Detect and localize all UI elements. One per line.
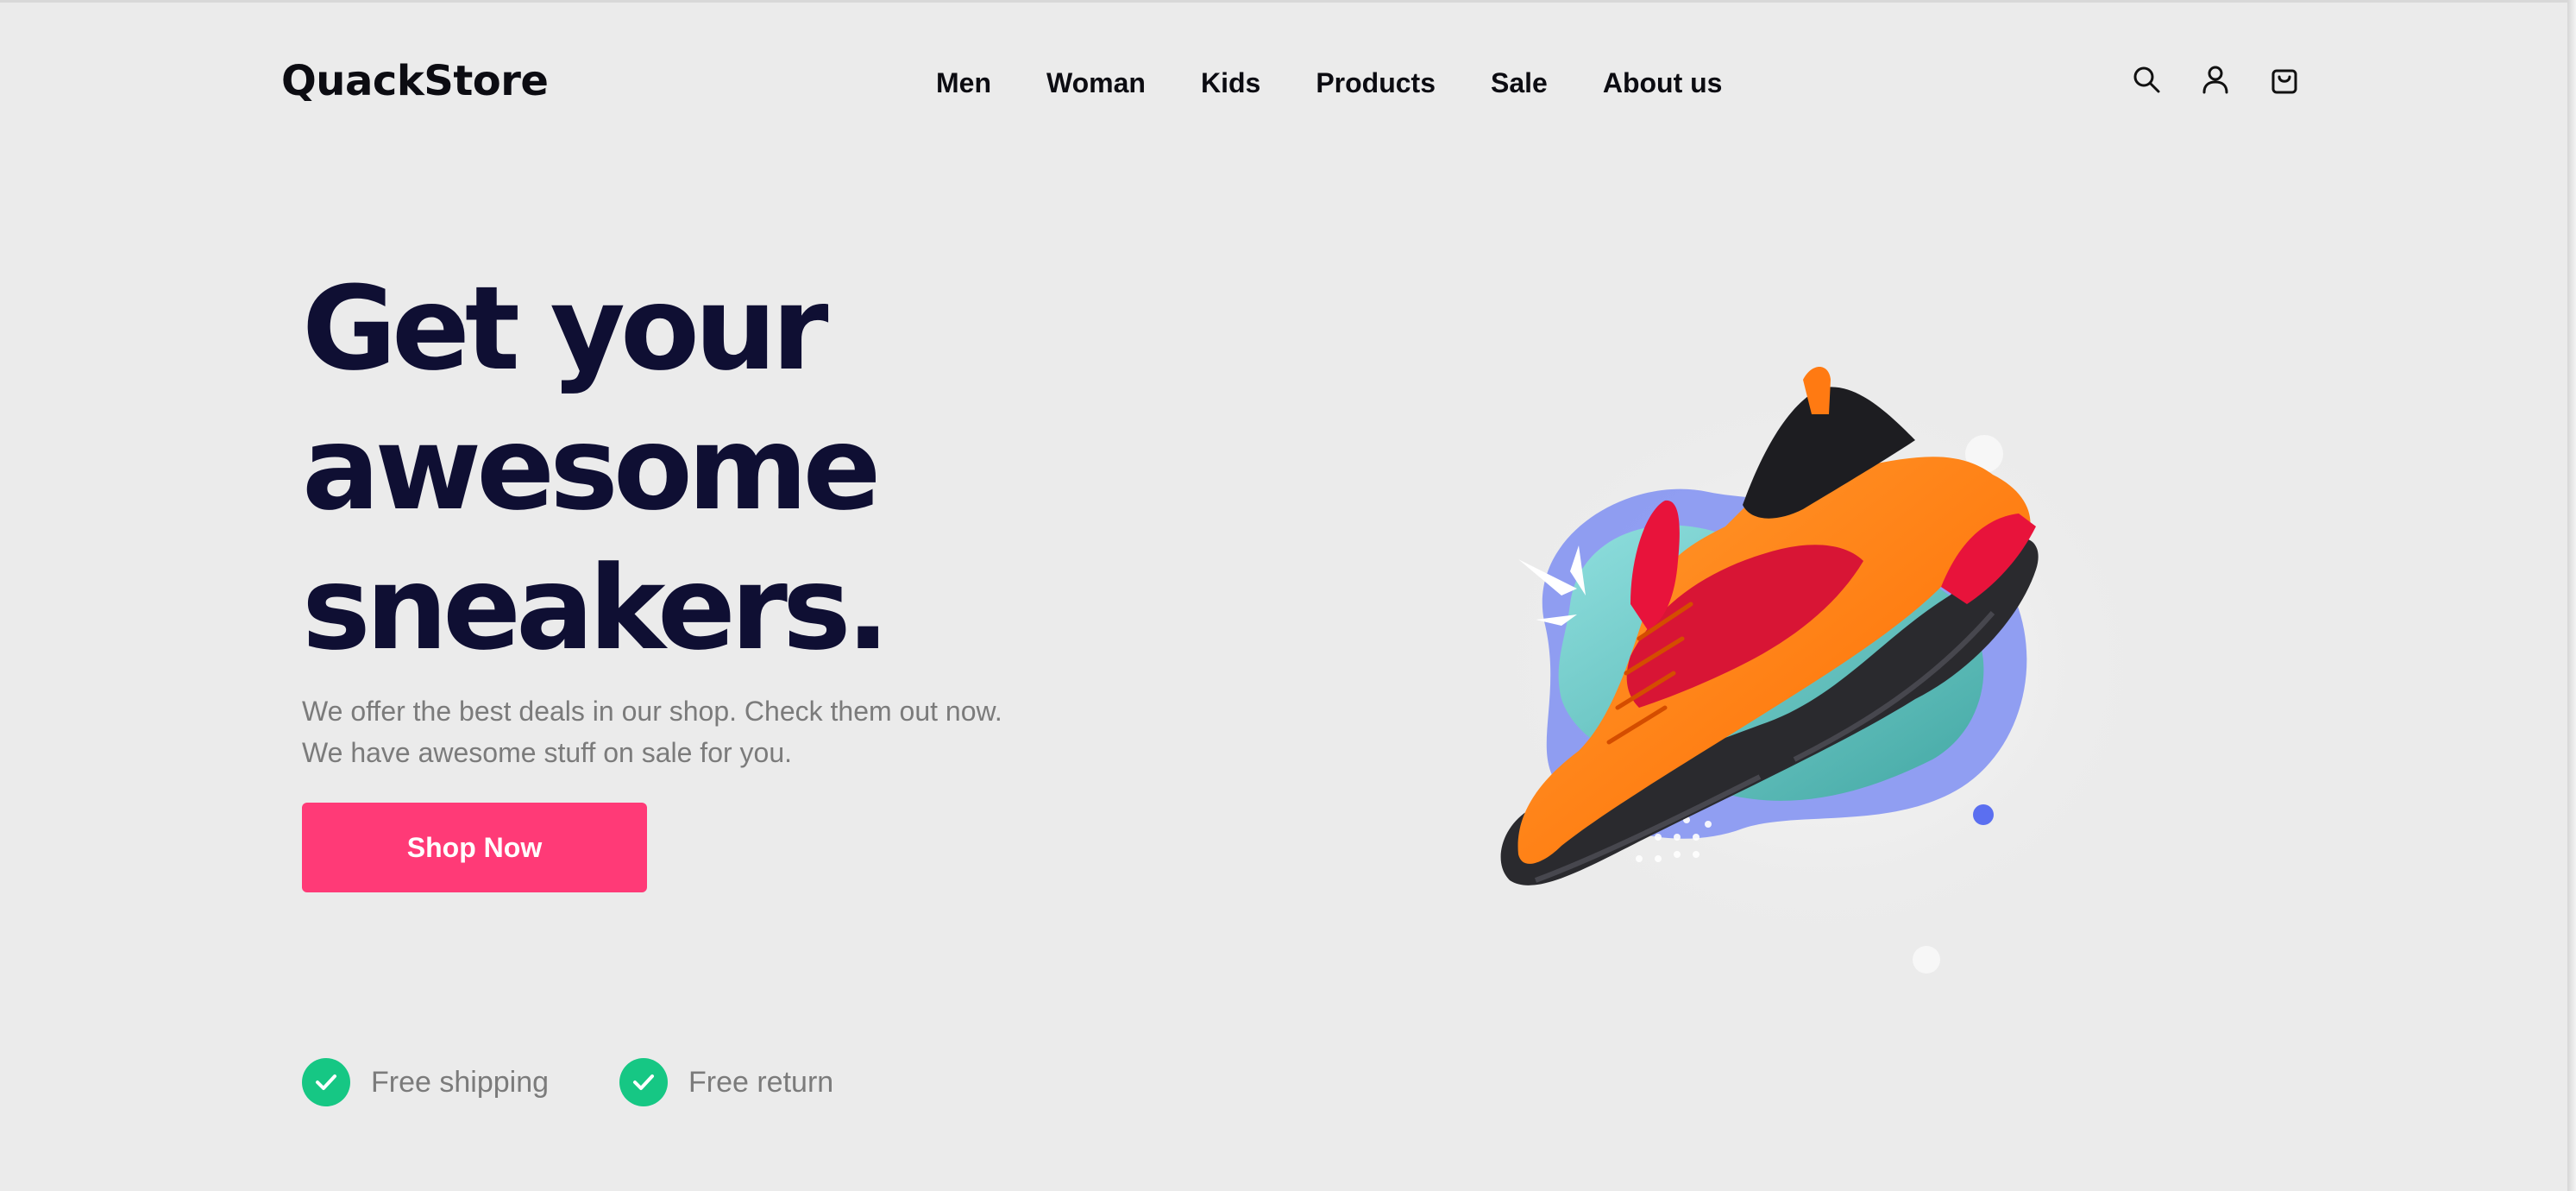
perk-label: Free shipping (371, 1065, 550, 1099)
search-icon[interactable] (2131, 64, 2162, 95)
nav-link-about-us[interactable]: About us (1603, 67, 1723, 99)
header-actions (2131, 64, 2300, 95)
perk-free-shipping: Free shipping (302, 1058, 549, 1106)
check-icon (302, 1058, 350, 1106)
brand-logo[interactable]: QuackStore (281, 57, 549, 105)
sneaker-illustration (1475, 367, 2165, 974)
check-icon (619, 1058, 668, 1106)
perk-label: Free return (688, 1065, 834, 1099)
window-top-edge (0, 0, 2576, 3)
window-right-edge (2567, 0, 2576, 1191)
shop-now-button[interactable]: Shop Now (302, 803, 647, 892)
nav-link-products[interactable]: Products (1316, 67, 1436, 99)
nav-link-kids[interactable]: Kids (1201, 67, 1260, 99)
hero-subtitle-line: We have awesome stuff on sale for you. (302, 737, 793, 768)
hero-title: Get your awesome sneakers. (302, 259, 890, 678)
nav-link-sale[interactable]: Sale (1491, 67, 1548, 99)
nav-link-men[interactable]: Men (936, 67, 991, 99)
shopping-bag-icon[interactable] (2269, 64, 2300, 95)
hero-subtitle: We offer the best deals in our shop. Che… (302, 690, 1165, 773)
hero-title-line: Get your (302, 262, 828, 396)
hero-subtitle-line: We offer the best deals in our shop. Che… (302, 696, 1002, 727)
hero-title-line: awesome (302, 401, 881, 536)
main-nav: Men Woman Kids Products Sale About us (936, 67, 1722, 99)
user-icon[interactable] (2200, 64, 2231, 95)
hero-title-line: sneakers. (302, 541, 890, 676)
perk-free-return: Free return (619, 1058, 833, 1106)
nav-link-woman[interactable]: Woman (1046, 67, 1146, 99)
